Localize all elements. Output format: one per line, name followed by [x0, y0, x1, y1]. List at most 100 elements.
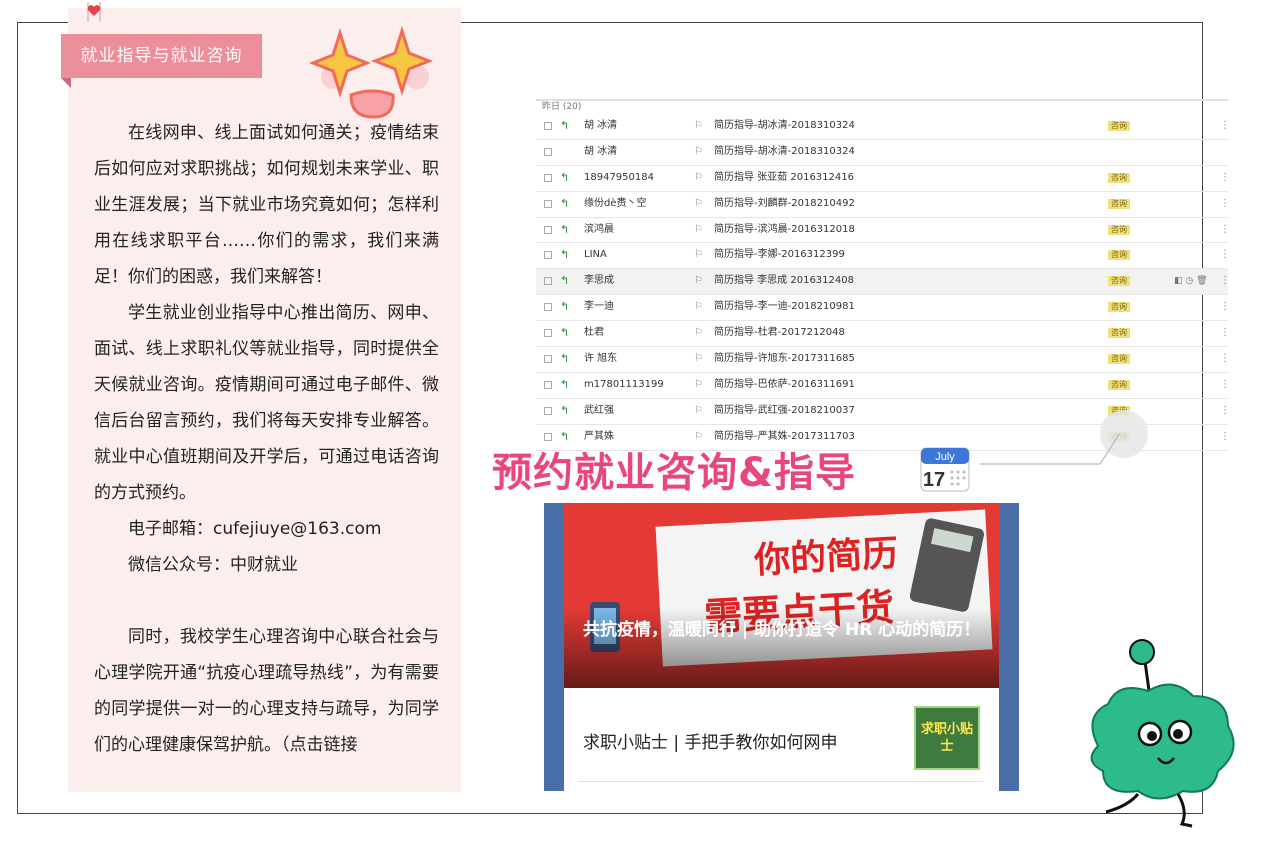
email-subject[interactable]: 简历指导-胡冰清-2018310324	[714, 114, 855, 138]
flag-icon[interactable]: ⚐	[694, 218, 703, 242]
email-sender: 胡 冰清	[584, 145, 618, 157]
article-card[interactable]: 你的简历 需要点干货 共抗疫情，温暖同行 | 助你打造令 HR 心动的简历！ 求…	[544, 503, 1019, 791]
related-article-title[interactable]: 求职小贴士 | 手把手教你如何网申	[583, 728, 838, 753]
email-subject[interactable]: 简历指导-刘麟群-2018210492	[714, 192, 855, 216]
email-checkbox[interactable]	[544, 303, 552, 312]
reply-arrow-icon: ↰	[560, 326, 570, 340]
more-icon[interactable]: ⋮	[1220, 373, 1230, 397]
email-row[interactable]: 胡 冰清 ⚐ 简历指导-胡冰清-2018310324	[536, 140, 1228, 166]
more-icon[interactable]: ⋮	[1220, 399, 1230, 423]
flag-icon[interactable]: ⚐	[694, 321, 703, 345]
article-banner[interactable]: 你的简历 需要点干货 共抗疫情，温暖同行 | 助你打造令 HR 心动的简历！	[564, 503, 999, 688]
more-icon[interactable]: ⋮	[1220, 347, 1230, 371]
contact-wechat: 微信公众号：中财就业	[128, 555, 298, 575]
email-sender: 许 旭东	[584, 353, 618, 365]
more-icon[interactable]: ⋮	[1220, 166, 1230, 190]
email-subject[interactable]: 简历指导 李思成 2016312408	[714, 269, 854, 293]
banner-text-1: 你的简历	[753, 533, 900, 582]
email-row[interactable]: ↰ 缘份dè赉丶空 ⚐ 简历指导-刘麟群-2018210492 咨询 ⋮	[536, 192, 1230, 218]
tag-fold	[61, 78, 71, 88]
email-row[interactable]: ↰ 李一迪 ⚐ 简历指导-李一迪-2018210981 咨询 ⋮	[536, 295, 1230, 322]
email-checkbox[interactable]	[544, 251, 552, 260]
email-row[interactable]: ↰ LINA ⚐ 简历指导-李娜-2016312399 咨询 ⋮	[536, 243, 1230, 270]
email-sender: 李一迪	[584, 301, 614, 313]
flag-icon[interactable]: ⚐	[694, 399, 703, 423]
email-checkbox[interactable]	[544, 277, 552, 286]
email-sender: LINA	[584, 249, 607, 261]
reply-arrow-icon: ↰	[560, 196, 570, 210]
email-subject[interactable]: 简历指导-许旭东-2017311685	[714, 347, 855, 371]
more-icon[interactable]: ⋮	[1220, 425, 1230, 449]
email-subject[interactable]: 简历指导-李娜-2016312399	[714, 243, 845, 267]
flag-icon[interactable]: ⚐	[694, 140, 703, 164]
email-sender: 胡 冰清	[584, 120, 618, 131]
flag-icon[interactable]: ⚐	[694, 373, 703, 397]
paragraph-1: 在线网申、线上面试如何通关；疫情结束后如何应对求职挑战；如何规划未来学业、职业生…	[94, 123, 439, 287]
flag-icon[interactable]: ⚐	[694, 166, 703, 190]
email-checkbox[interactable]	[544, 380, 552, 389]
reply-arrow-icon: ↰	[560, 403, 570, 417]
email-tag: 咨询	[1108, 302, 1130, 313]
more-icon[interactable]: ⋮	[1220, 192, 1230, 216]
email-checkbox[interactable]	[544, 406, 552, 415]
email-tag: 咨询	[1108, 172, 1130, 183]
flag-icon[interactable]: ⚐	[694, 192, 703, 216]
callout-line	[980, 432, 1121, 465]
reply-arrow-icon: ↰	[560, 248, 570, 262]
email-tag: 咨询	[1108, 354, 1130, 365]
related-article[interactable]: 求职小贴士 | 手把手教你如何网申 求职小贴士	[564, 688, 999, 791]
email-sender: 18947950184	[584, 171, 654, 183]
flag-icon[interactable]: ⚐	[694, 269, 703, 293]
email-sender: m17801113199	[584, 378, 664, 390]
email-subject[interactable]: 简历指导-胡冰清-2018310324	[714, 140, 855, 164]
more-icon[interactable]: ⋮	[1220, 114, 1230, 138]
email-subject[interactable]: 简历指导-杜君-2017212048	[714, 321, 845, 345]
email-subject[interactable]: 简历指导 张亚茹 2016312416	[714, 166, 854, 190]
email-tag: 咨询	[1108, 121, 1130, 131]
email-subject[interactable]: 简历指导-巴依萨-2016311691	[714, 373, 855, 397]
row-action-icons[interactable]: ◧ ◷ 🗑	[1174, 269, 1208, 293]
heart-icon	[87, 2, 101, 22]
email-checkbox[interactable]	[544, 199, 552, 208]
flag-icon[interactable]: ⚐	[694, 295, 703, 319]
email-row[interactable]: ↰ 杜君 ⚐ 简历指导-杜君-2017212048 咨询 ⋮	[536, 321, 1230, 348]
email-checkbox[interactable]	[544, 122, 552, 130]
more-icon[interactable]: ⋮	[1220, 269, 1230, 293]
email-checkbox[interactable]	[544, 329, 552, 338]
more-icon[interactable]: ⋮	[1220, 321, 1230, 345]
calendar-day: 17	[923, 469, 945, 491]
email-checkbox[interactable]	[544, 147, 552, 156]
email-tag: 咨询	[1108, 276, 1130, 287]
email-tag: 咨询	[1108, 224, 1130, 235]
email-checkbox[interactable]	[544, 355, 552, 364]
email-sender: 李思成	[584, 275, 614, 287]
related-article-thumbnail[interactable]: 求职小贴士	[914, 706, 980, 770]
paragraph-2: 学生就业创业指导中心推出简历、网申、面试、线上求职礼仪等就业指导，同时提供全天候…	[94, 303, 439, 503]
more-icon[interactable]: ⋮	[1220, 295, 1230, 319]
green-mascot-icon	[1090, 639, 1235, 828]
email-subject[interactable]: 简历指导-李一迪-2018210981	[714, 295, 855, 319]
email-row[interactable]: ↰ 许 旭东 ⚐ 简历指导-许旭东-2017311685 咨询 ⋮	[536, 347, 1230, 373]
email-row[interactable]: ↰ 滨鸿晨 ⚐ 简历指导-滨鸿晨-2016312018 咨询 ⋮	[536, 218, 1230, 244]
flag-icon[interactable]: ⚐	[694, 114, 703, 138]
divider	[578, 781, 983, 782]
email-row[interactable]: ↰ 18947950184 ⚐ 简历指导 张亚茹 2016312416 咨询 ⋮	[536, 166, 1230, 192]
flag-icon[interactable]: ⚐	[694, 347, 703, 371]
email-checkbox[interactable]	[544, 173, 552, 182]
reply-arrow-icon: ↰	[560, 119, 570, 132]
email-row[interactable]: ↰ 李思成 ⚐ 简历指导 李思成 2016312408 咨询 ◧ ◷ 🗑 ⋮	[536, 269, 1230, 296]
email-subject[interactable]: 简历指导-滨鸿晨-2016312018	[714, 218, 855, 242]
email-list: 昨日 (20) ↰ 胡 冰清 ⚐ 简历指导-胡冰清-2018310324 咨询 ⋮ 胡 冰清…	[536, 99, 1230, 451]
article-title[interactable]: 共抗疫情，温暖同行 | 助你打造令 HR 心动的简历！	[583, 616, 988, 644]
more-icon[interactable]: ⋮	[1220, 243, 1230, 267]
email-checkbox[interactable]	[544, 225, 552, 234]
reply-arrow-icon: ↰	[560, 222, 570, 236]
paragraph-3: 同时，我校学生心理咨询中心联合社会与心理学院开通“抗疫心理疏导热线”，为有需要的…	[94, 627, 439, 755]
flag-icon[interactable]: ⚐	[694, 243, 703, 267]
email-sender: 杜君	[584, 327, 604, 339]
contact-email: 电子邮箱：cufejiuye@163.com	[128, 519, 382, 539]
email-subject[interactable]: 简历指导-武红强-2018210037	[714, 399, 855, 423]
email-row[interactable]: ↰ 胡 冰清 ⚐ 简历指导-胡冰清-2018310324 咨询 ⋮	[536, 114, 1230, 140]
more-icon[interactable]: ⋮	[1220, 218, 1230, 242]
email-row[interactable]: ↰ m17801113199 ⚐ 简历指导-巴依萨-2016311691 咨询 ⋮	[536, 373, 1230, 399]
